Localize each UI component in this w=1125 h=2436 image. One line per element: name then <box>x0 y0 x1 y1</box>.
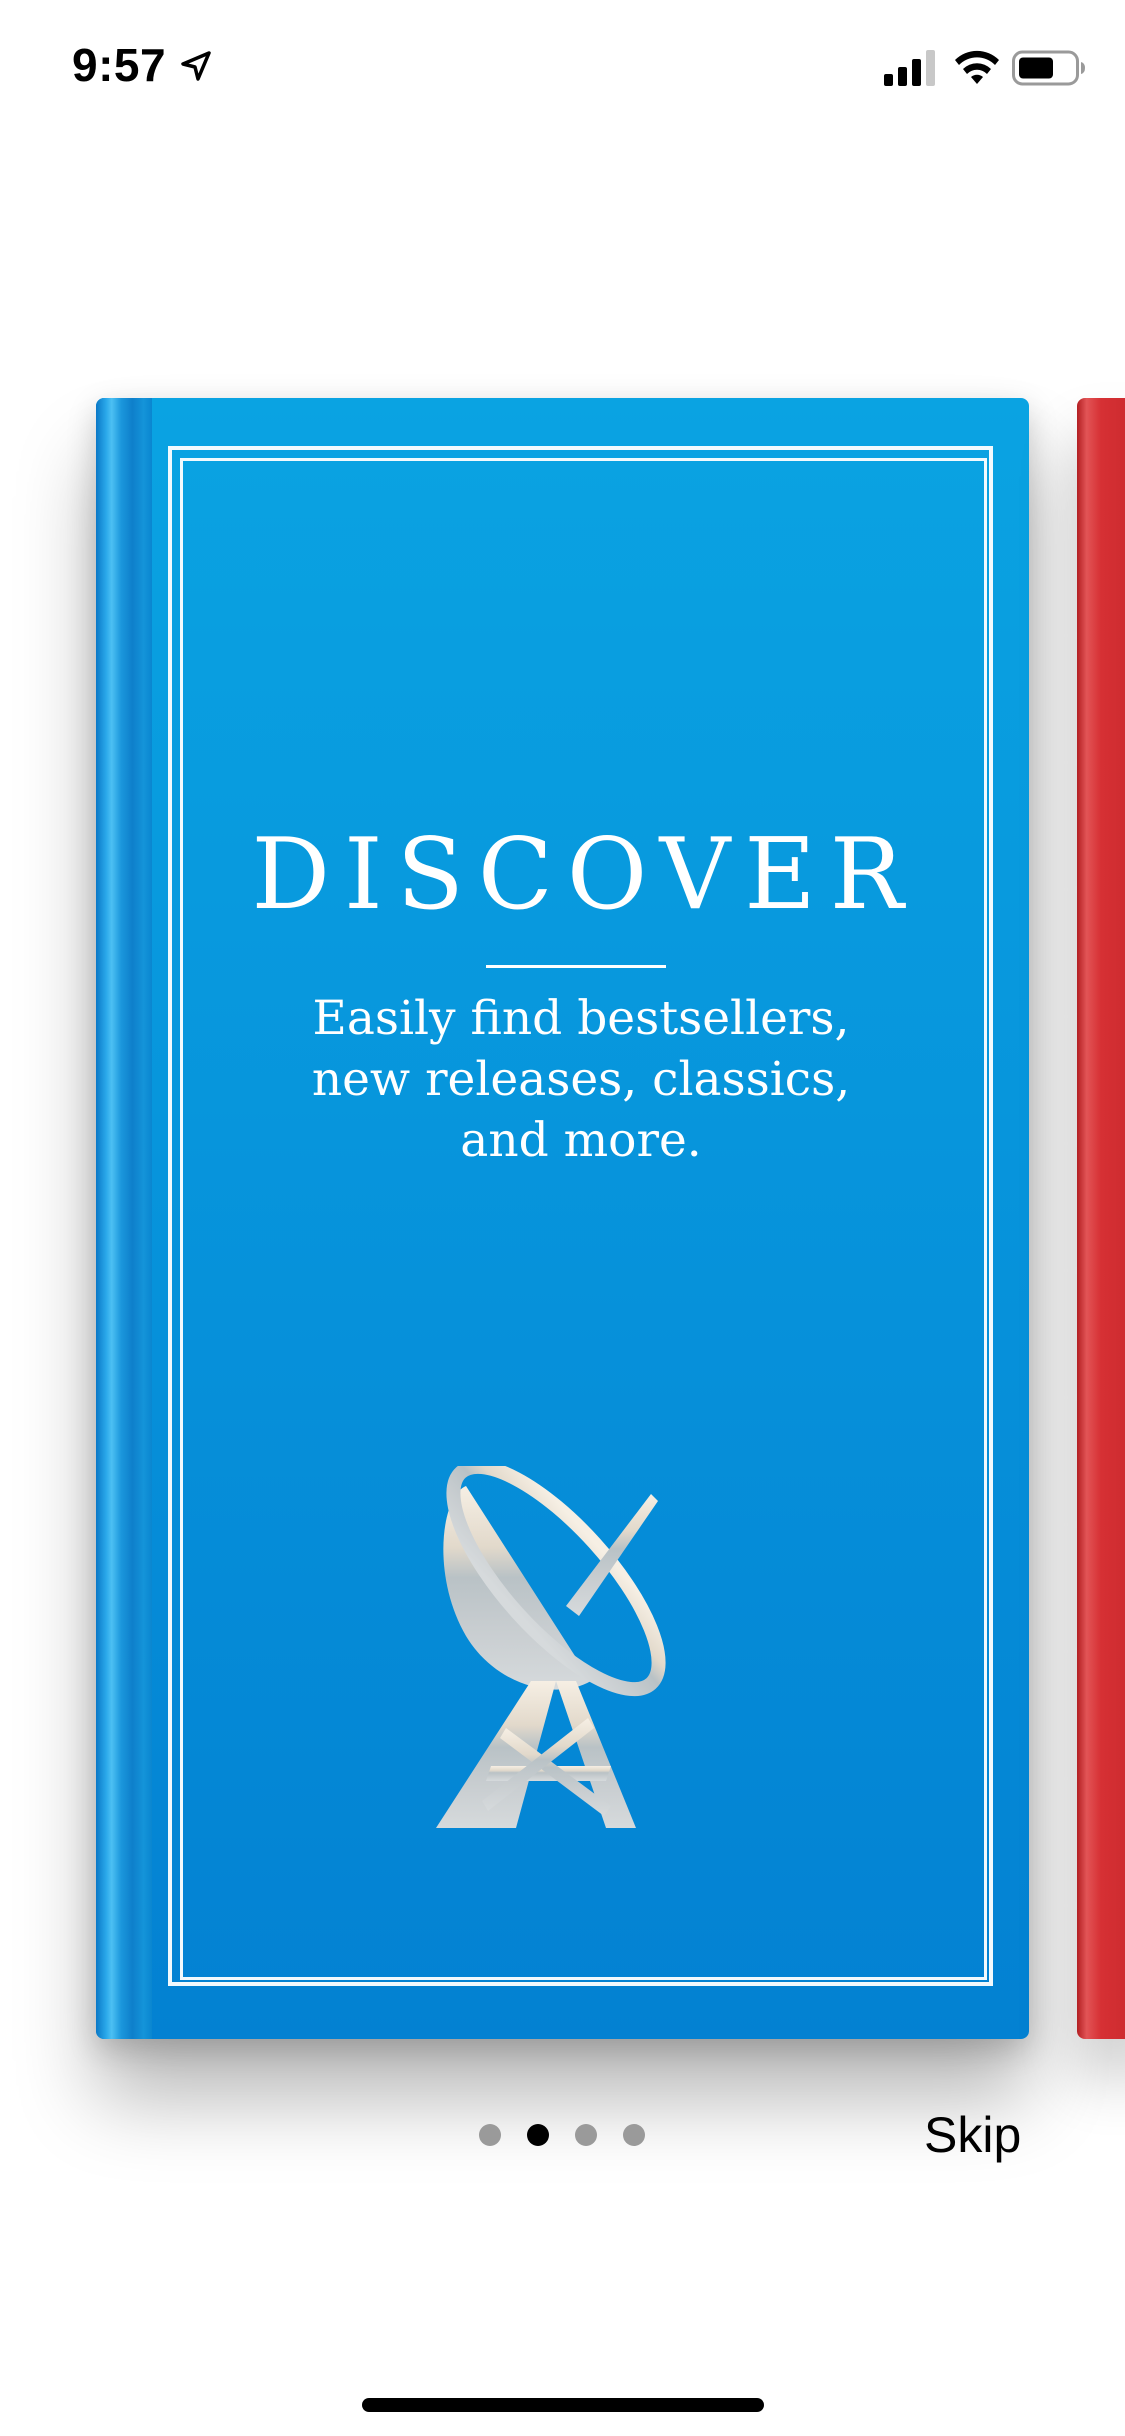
home-indicator[interactable] <box>362 2398 764 2412</box>
page-dot-3[interactable] <box>575 2124 597 2146</box>
next-book-card[interactable] <box>1077 398 1125 2039</box>
signal-icon <box>884 50 935 86</box>
page-dot-4[interactable] <box>623 2124 645 2146</box>
status-bar: 9:57 <box>0 0 1125 132</box>
cover-subtitle: Easily find bestsellers, new releases, c… <box>311 991 851 1168</box>
title-divider <box>486 965 666 968</box>
status-time: 9:57 <box>72 39 167 91</box>
location-arrow-icon <box>181 51 211 81</box>
skip-button[interactable]: Skip <box>924 2106 1021 2164</box>
satellite-dish-icon <box>436 1466 666 1828</box>
book-spine <box>96 398 152 2039</box>
cover-title: DISCOVER <box>251 818 918 932</box>
discover-book-card[interactable]: DISCOVER Easily find bestsellers, new re… <box>96 398 1029 2039</box>
battery-icon <box>1012 50 1085 86</box>
page-dot-2-active[interactable] <box>527 2124 549 2146</box>
wifi-icon <box>955 50 999 84</box>
page-indicator[interactable] <box>479 2124 645 2146</box>
page-dot-1[interactable] <box>479 2124 501 2146</box>
